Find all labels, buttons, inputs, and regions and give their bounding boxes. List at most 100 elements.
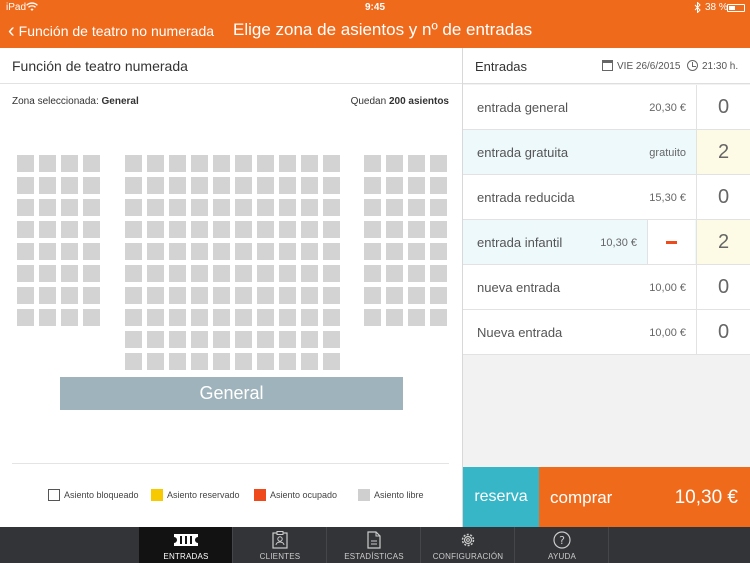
- seat[interactable]: [408, 155, 425, 172]
- seat[interactable]: [364, 243, 381, 260]
- seat[interactable]: [279, 221, 296, 238]
- seat[interactable]: [364, 177, 381, 194]
- seat[interactable]: [301, 199, 318, 216]
- seat[interactable]: [323, 177, 340, 194]
- zone-stage-button[interactable]: General: [60, 377, 403, 410]
- ticket-count[interactable]: 2: [696, 220, 750, 264]
- seat[interactable]: [83, 221, 100, 238]
- seat[interactable]: [235, 243, 252, 260]
- seat[interactable]: [364, 199, 381, 216]
- tab-estadisticas[interactable]: ESTADÍSTICAS: [327, 527, 421, 563]
- seat[interactable]: [17, 177, 34, 194]
- seat[interactable]: [386, 199, 403, 216]
- ticket-count[interactable]: 0: [696, 85, 750, 129]
- tab-clientes[interactable]: CLIENTES: [233, 527, 327, 563]
- seat[interactable]: [301, 309, 318, 326]
- seat[interactable]: [235, 331, 252, 348]
- seat[interactable]: [169, 265, 186, 282]
- seat[interactable]: [125, 243, 142, 260]
- seat[interactable]: [323, 287, 340, 304]
- seat[interactable]: [301, 331, 318, 348]
- seat[interactable]: [386, 265, 403, 282]
- seat[interactable]: [323, 331, 340, 348]
- seat[interactable]: [430, 243, 447, 260]
- seat[interactable]: [408, 287, 425, 304]
- seat[interactable]: [279, 155, 296, 172]
- seat[interactable]: [191, 353, 208, 370]
- seat[interactable]: [213, 243, 230, 260]
- seat[interactable]: [169, 353, 186, 370]
- seat[interactable]: [257, 243, 274, 260]
- seat[interactable]: [39, 221, 56, 238]
- seat[interactable]: [17, 265, 34, 282]
- seat[interactable]: [147, 155, 164, 172]
- seat[interactable]: [279, 243, 296, 260]
- comprar-button[interactable]: comprar 10,30 €: [539, 467, 750, 527]
- seat[interactable]: [323, 353, 340, 370]
- seat[interactable]: [386, 309, 403, 326]
- seat[interactable]: [191, 177, 208, 194]
- ticket-count[interactable]: 0: [696, 310, 750, 354]
- seat[interactable]: [257, 309, 274, 326]
- ticket-count[interactable]: 0: [696, 265, 750, 309]
- seat[interactable]: [279, 331, 296, 348]
- ticket-row[interactable]: Nueva entrada 10,00 € 0: [463, 310, 750, 355]
- seat[interactable]: [235, 155, 252, 172]
- seat[interactable]: [169, 331, 186, 348]
- reserva-button[interactable]: reserva: [463, 467, 539, 527]
- seat[interactable]: [257, 221, 274, 238]
- seat[interactable]: [147, 331, 164, 348]
- seat[interactable]: [169, 155, 186, 172]
- tab-ayuda[interactable]: ? AYUDA: [515, 527, 609, 563]
- seat[interactable]: [364, 155, 381, 172]
- seat[interactable]: [125, 155, 142, 172]
- seat[interactable]: [83, 287, 100, 304]
- seat[interactable]: [301, 221, 318, 238]
- seat[interactable]: [191, 221, 208, 238]
- seat[interactable]: [235, 265, 252, 282]
- seat[interactable]: [61, 265, 78, 282]
- seat[interactable]: [125, 353, 142, 370]
- seat[interactable]: [323, 199, 340, 216]
- seat[interactable]: [301, 265, 318, 282]
- seat[interactable]: [147, 287, 164, 304]
- seat[interactable]: [39, 155, 56, 172]
- seat[interactable]: [408, 309, 425, 326]
- seat[interactable]: [279, 353, 296, 370]
- seat[interactable]: [279, 309, 296, 326]
- seat[interactable]: [364, 265, 381, 282]
- seat[interactable]: [213, 309, 230, 326]
- seat[interactable]: [235, 287, 252, 304]
- seat[interactable]: [125, 177, 142, 194]
- seat[interactable]: [83, 155, 100, 172]
- seat[interactable]: [61, 221, 78, 238]
- seat[interactable]: [279, 265, 296, 282]
- seat[interactable]: [430, 177, 447, 194]
- ticket-row[interactable]: entrada reducida 15,30 € 0: [463, 175, 750, 220]
- seat[interactable]: [125, 331, 142, 348]
- seat[interactable]: [430, 265, 447, 282]
- seat[interactable]: [279, 287, 296, 304]
- seat[interactable]: [61, 243, 78, 260]
- seat[interactable]: [191, 243, 208, 260]
- seat[interactable]: [125, 287, 142, 304]
- seat[interactable]: [430, 221, 447, 238]
- seat[interactable]: [323, 309, 340, 326]
- seat[interactable]: [213, 177, 230, 194]
- ticket-row[interactable]: nueva entrada 10,00 € 0: [463, 265, 750, 310]
- tab-entradas[interactable]: ENTRADAS: [139, 527, 233, 563]
- seat[interactable]: [323, 221, 340, 238]
- seat[interactable]: [191, 265, 208, 282]
- seat[interactable]: [408, 177, 425, 194]
- seat[interactable]: [191, 331, 208, 348]
- seat[interactable]: [191, 155, 208, 172]
- seat[interactable]: [301, 177, 318, 194]
- seat[interactable]: [147, 265, 164, 282]
- seat[interactable]: [408, 243, 425, 260]
- seat[interactable]: [323, 243, 340, 260]
- seat[interactable]: [17, 243, 34, 260]
- seat[interactable]: [257, 177, 274, 194]
- seat[interactable]: [235, 309, 252, 326]
- seat[interactable]: [235, 353, 252, 370]
- seat[interactable]: [83, 199, 100, 216]
